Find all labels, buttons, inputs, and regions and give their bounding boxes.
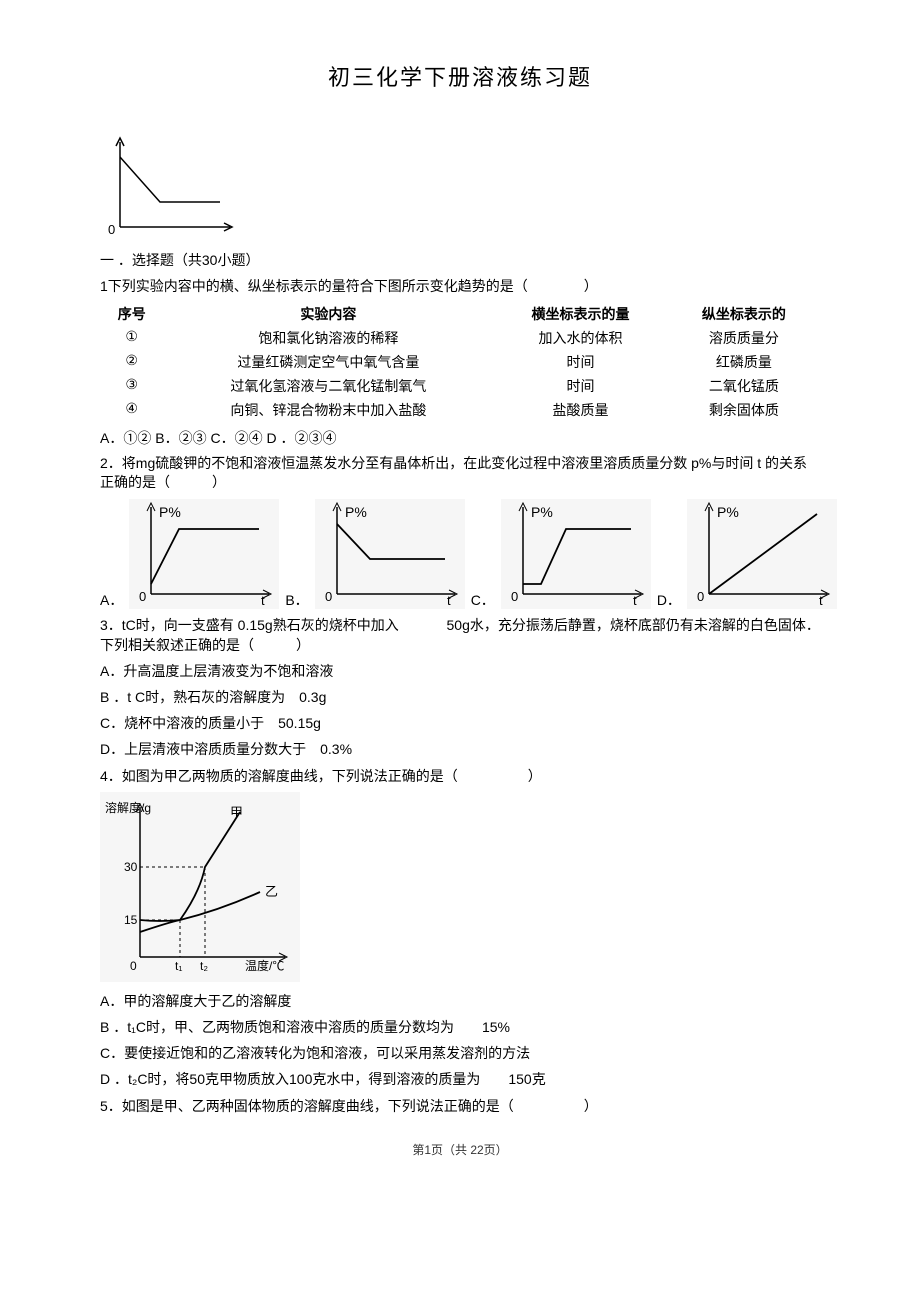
q1-th-3: 纵坐标表示的	[668, 302, 820, 326]
q4-option-A: A．甲的溶解度大于乙的溶解度	[100, 991, 820, 1011]
q2-figure-A: P% 0 t	[129, 499, 279, 612]
svg-text:t₁: t₁	[175, 959, 182, 973]
q2-label-D: D．	[657, 590, 681, 612]
svg-text:甲: 甲	[230, 805, 243, 820]
q4-figure: 溶解度/g 30 15 0 t₁ t₂ 温度/℃ 甲 乙	[100, 792, 300, 985]
q1-r1c3: 加入水的体积	[493, 326, 667, 350]
q4-option-D: D ．t₂C时，将50克甲物质放入100克水中，得到溶液的质量为 150克	[100, 1069, 820, 1089]
q4-stem: 4．如图为甲乙两物质的溶解度曲线，下列说法正确的是（ ）	[100, 765, 820, 787]
svg-text:15: 15	[124, 913, 138, 927]
q1-th-2: 横坐标表示的量	[493, 302, 667, 326]
page-footer: 第1页（共 22页）	[100, 1141, 820, 1158]
svg-text:t: t	[633, 593, 637, 608]
svg-text:0: 0	[108, 222, 115, 237]
q1-stem: 1下列实验内容中的横、纵坐标表示的量符合下图所示变化趋势的是（ ）	[100, 275, 820, 297]
q1-r4c4: 剩余固体质	[668, 398, 820, 422]
svg-text:30: 30	[124, 860, 138, 874]
table-row: ④ 向铜、锌混合物粉末中加入盐酸 盐酸质量 剩余固体质	[100, 398, 820, 422]
q1-r2c2: 过量红磷测定空气中氧气含量	[163, 350, 493, 374]
q1-r4c3: 盐酸质量	[493, 398, 667, 422]
q1-table-header: 序号 实验内容 横坐标表示的量 纵坐标表示的	[100, 302, 820, 326]
q1-figure: 0	[100, 132, 240, 245]
q4-option-B: B ．t₁C时，甲、乙两物质饱和溶液中溶质的质量分数均为 15%	[100, 1017, 820, 1037]
q4-option-C: C．要使接近饱和的乙溶液转化为饱和溶液，可以采用蒸发溶剂的方法	[100, 1043, 820, 1063]
svg-text:0: 0	[511, 589, 518, 604]
q2-stem: 2．将mg硫酸钾的不饱和溶液恒温蒸发水分至有晶体析出，在此变化过程中溶液里溶质质…	[100, 454, 820, 493]
q1-r3c3: 时间	[493, 374, 667, 398]
q3-option-D: D．上层清液中溶质质量分数大于 0.3%	[100, 739, 820, 759]
q1-r2c1: ②	[100, 350, 163, 374]
q4-xlabel: 温度/℃	[245, 958, 284, 973]
q2-label-B: B．	[285, 590, 308, 612]
page-root: 初三化学下册溶液练习题 0 一 ．选择题（共30小题） 1下列实验内容中的横、纵…	[0, 0, 920, 1198]
q3-option-C: C．烧杯中溶液的质量小于 50.15g	[100, 713, 820, 733]
section-heading: 一 ．选择题（共30小题）	[100, 249, 820, 271]
table-row: ① 饱和氯化钠溶液的稀释 加入水的体积 溶质质量分	[100, 326, 820, 350]
q1-r1c4: 溶质质量分	[668, 326, 820, 350]
q1-r1c2: 饱和氯化钠溶液的稀释	[163, 326, 493, 350]
svg-text:t: t	[447, 593, 451, 608]
q2-label-A: A．	[100, 590, 123, 612]
svg-text:t: t	[819, 593, 823, 608]
q1-options: A．①② B．②③ C．②④ D ．②③④	[100, 428, 820, 448]
q1-r1c1: ①	[100, 326, 163, 350]
q1-axes-graph: 0	[100, 132, 240, 242]
q4-ylabel: 溶解度/g	[105, 800, 151, 815]
document-title: 初三化学下册溶液练习题	[100, 60, 820, 92]
q1-r4c1: ④	[100, 398, 163, 422]
q1-th-0: 序号	[100, 302, 163, 326]
svg-text:t₂: t₂	[200, 959, 208, 973]
svg-text:t: t	[261, 593, 265, 608]
q3-stem-part1: 3．tC时，向一支盛有 0.15g熟石灰的烧杯中加入	[100, 617, 399, 633]
table-row: ② 过量红磷测定空气中氧气含量 时间 红磷质量	[100, 350, 820, 374]
svg-text:0: 0	[697, 589, 704, 604]
q1-table: 序号 实验内容 横坐标表示的量 纵坐标表示的 ① 饱和氯化钠溶液的稀释 加入水的…	[100, 302, 820, 422]
svg-text:P%: P%	[717, 504, 739, 520]
table-row: ③ 过氧化氢溶液与二氧化锰制氧气 时间 二氧化锰质	[100, 374, 820, 398]
svg-text:P%: P%	[159, 504, 181, 520]
q1-r3c2: 过氧化氢溶液与二氧化锰制氧气	[163, 374, 493, 398]
q1-r3c1: ③	[100, 374, 163, 398]
q1-r4c2: 向铜、锌混合物粉末中加入盐酸	[163, 398, 493, 422]
q2-label-C: C．	[471, 590, 495, 612]
svg-text:0: 0	[139, 589, 146, 604]
q2-figure-B: P% 0 t	[315, 499, 465, 612]
q3-option-A: A．升高温度上层清液变为不饱和溶液	[100, 661, 820, 681]
q1-th-1: 实验内容	[163, 302, 493, 326]
svg-text:P%: P%	[345, 504, 367, 520]
q2-figure-D: P% 0 t	[687, 499, 837, 612]
q5-stem: 5．如图是甲、乙两种固体物质的溶解度曲线，下列说法正确的是（ ）	[100, 1095, 820, 1117]
svg-text:0: 0	[130, 959, 137, 973]
svg-text:0: 0	[325, 589, 332, 604]
q2-figure-C: P% 0 t	[501, 499, 651, 612]
q2-option-row: A． P% 0 t B． P%	[100, 499, 820, 612]
q3-option-B: B ．t C时，熟石灰的溶解度为 0.3g	[100, 687, 820, 707]
q1-r3c4: 二氧化锰质	[668, 374, 820, 398]
q1-r2c3: 时间	[493, 350, 667, 374]
svg-text:P%: P%	[531, 504, 553, 520]
q1-stem-text: 1下列实验内容中的横、纵坐标表示的量符合下图所示变化趋势的是（ ）	[100, 275, 598, 297]
svg-text:乙: 乙	[265, 884, 278, 899]
q1-r2c4: 红磷质量	[668, 350, 820, 374]
q3-stem: 3．tC时，向一支盛有 0.15g熟石灰的烧杯中加入 50g水，充分振荡后静置，…	[100, 616, 820, 655]
